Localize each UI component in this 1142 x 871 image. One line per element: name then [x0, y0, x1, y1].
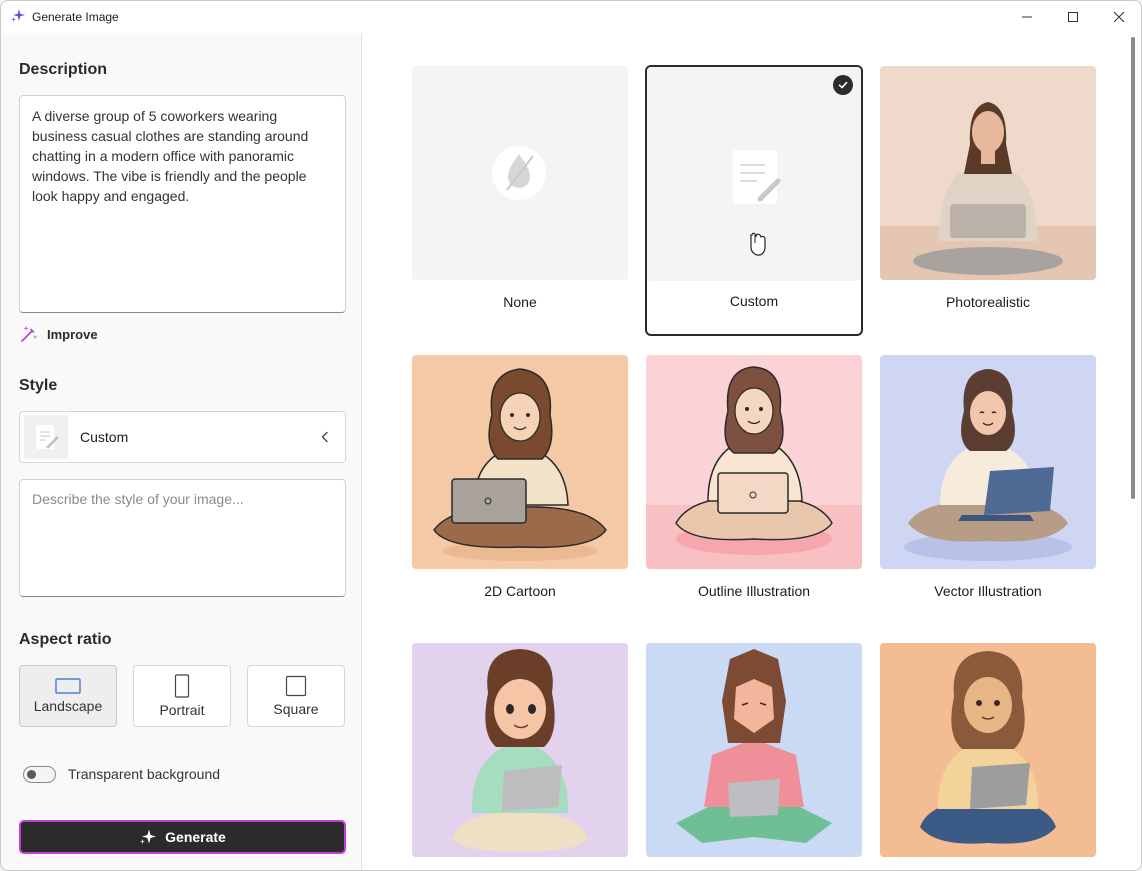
custom-style-icon: [733, 150, 781, 256]
close-icon: [1113, 11, 1125, 23]
magic-wand-icon: [21, 326, 37, 342]
style-description-input[interactable]: Describe the style of your image...: [19, 479, 346, 597]
improve-button[interactable]: Improve: [19, 323, 98, 345]
outline-illustration-thumbnail: [646, 355, 862, 569]
style-thumbnail: [24, 415, 68, 459]
3d-woman-laptop-image: [412, 643, 628, 857]
style-card-label: 2D Cartoon: [484, 583, 556, 599]
minimize-icon: [1022, 16, 1032, 18]
custom-thumbnail: [647, 67, 861, 281]
portrait-icon: [174, 674, 190, 698]
sparkle-icon: [11, 9, 25, 22]
vector-illustration-thumbnail: [880, 355, 1096, 569]
2d-cartoon-thumbnail: [412, 355, 628, 569]
transparent-background-row: Transparent background: [23, 763, 220, 785]
generate-image-window: Generate Image Description A diverse gro…: [0, 0, 1142, 871]
clay-thumbnail: [880, 643, 1096, 857]
square-option[interactable]: Square: [247, 665, 345, 727]
description-heading: Description: [19, 61, 108, 78]
custom-style-icon: [36, 425, 59, 449]
style-card-photorealistic[interactable]: Photorealistic: [880, 66, 1098, 316]
style-heading: Style: [19, 377, 58, 394]
low-poly-woman-laptop-image: [646, 643, 862, 857]
style-card-low-poly[interactable]: [646, 643, 864, 870]
cartoon-woman-laptop-image: [433, 368, 607, 561]
window-title: Generate Image: [32, 10, 119, 24]
style-card-label: None: [503, 294, 537, 310]
sparkle-icon: [140, 829, 157, 844]
style-gallery: None Custom Photorealistic 2D Cartoon Ou…: [363, 33, 1141, 870]
no-style-icon: [492, 146, 546, 200]
aspect-ratio-heading: Aspect ratio: [19, 631, 112, 648]
maximize-icon: [1068, 12, 1078, 22]
square-icon: [285, 675, 307, 697]
chevron-left-icon: [321, 431, 328, 443]
generate-button[interactable]: Generate: [19, 820, 346, 854]
landscape-label: Landscape: [33, 698, 103, 714]
style-card-label: Custom: [729, 293, 779, 309]
style-card-custom[interactable]: Custom: [645, 65, 863, 336]
3d-render-thumbnail: [412, 643, 628, 857]
style-selected-label: Custom: [80, 429, 129, 445]
improve-label: Improve: [47, 326, 98, 342]
photorealistic-thumbnail: [880, 66, 1096, 280]
title-bar: Generate Image: [1, 1, 1141, 33]
vector-woman-laptop-image: [904, 369, 1072, 561]
description-textarea[interactable]: A diverse group of 5 coworkers wearing b…: [19, 95, 346, 313]
style-card-label: Outline Illustration: [697, 583, 811, 599]
minimize-button[interactable]: [1004, 1, 1050, 33]
transparent-background-label: Transparent background: [68, 766, 221, 782]
style-card-label: Photorealistic: [945, 294, 1031, 310]
close-button[interactable]: [1096, 1, 1141, 33]
landscape-icon: [55, 678, 81, 694]
photo-woman-laptop-image: [880, 66, 1096, 280]
selected-check-icon: [833, 75, 853, 95]
gallery-scrollbar[interactable]: [1131, 37, 1135, 499]
none-thumbnail: [412, 66, 628, 280]
portrait-option[interactable]: Portrait: [133, 665, 231, 727]
transparent-background-toggle[interactable]: [23, 765, 56, 783]
outline-woman-laptop-image: [646, 366, 862, 569]
landscape-option[interactable]: Landscape: [19, 665, 117, 727]
portrait-label: Portrait: [159, 702, 205, 718]
settings-panel: Description A diverse group of 5 coworke…: [1, 33, 362, 870]
low-poly-thumbnail: [646, 643, 862, 857]
maximize-button[interactable]: [1050, 1, 1096, 33]
style-card-label: Vector Illustration: [934, 583, 1042, 599]
style-card-outline-illustration[interactable]: Outline Illustration: [646, 355, 864, 605]
clay-woman-laptop-image: [880, 643, 1096, 857]
style-card-vector-illustration[interactable]: Vector Illustration: [880, 355, 1098, 605]
style-card-none[interactable]: None: [412, 66, 630, 316]
square-label: Square: [273, 701, 319, 717]
style-card-3d-render[interactable]: [412, 643, 630, 870]
generate-label: Generate: [165, 829, 226, 845]
style-card-2d-cartoon[interactable]: 2D Cartoon: [412, 355, 630, 605]
style-card-clay[interactable]: [880, 643, 1098, 870]
style-dropdown[interactable]: Custom: [19, 411, 346, 463]
